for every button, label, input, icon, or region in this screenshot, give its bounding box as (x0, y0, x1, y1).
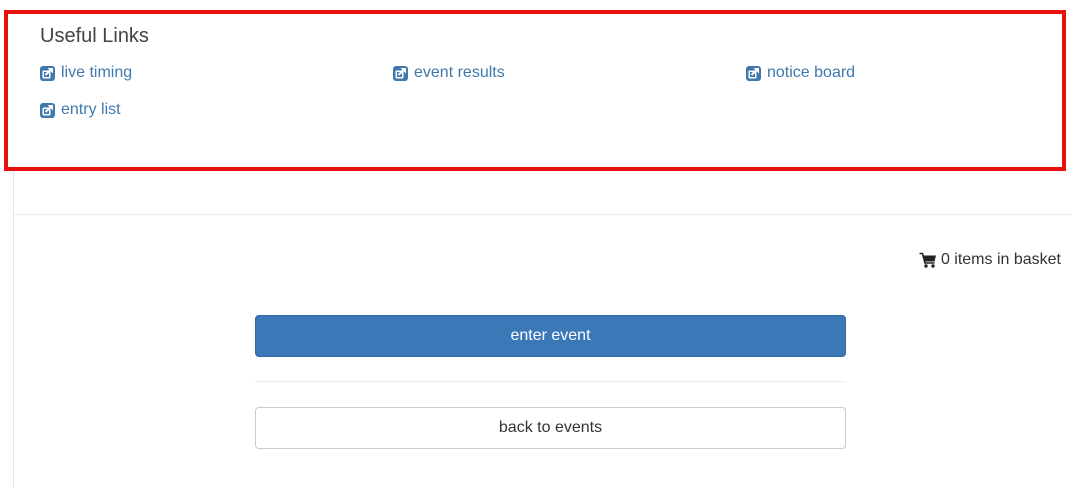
basket-summary[interactable]: 0 items in basket (919, 251, 1061, 269)
entry-list-label: entry list (61, 101, 121, 118)
notice-board-link[interactable]: notice board (745, 64, 855, 82)
useful-links-title: Useful Links (40, 25, 149, 47)
left-border (13, 170, 14, 488)
event-results-link[interactable]: event results (392, 64, 505, 82)
external-link-icon (392, 65, 409, 82)
enter-event-button[interactable]: enter event (255, 315, 846, 357)
event-results-label: event results (414, 64, 505, 81)
external-link-icon (745, 65, 762, 82)
entry-list-link[interactable]: entry list (39, 101, 121, 119)
button-divider (255, 381, 846, 382)
external-link-icon (39, 65, 56, 82)
notice-board-label: notice board (767, 64, 856, 81)
event-page: Useful Links live timing event results n… (0, 0, 1072, 488)
back-to-events-button[interactable]: back to events (255, 407, 846, 449)
highlight-box (4, 10, 1066, 171)
basket-label: 0 items in basket (940, 251, 1061, 268)
external-link-icon (39, 102, 56, 119)
section-divider (14, 214, 1072, 215)
live-timing-link[interactable]: live timing (39, 64, 132, 82)
shopping-cart-icon (919, 252, 937, 269)
live-timing-label: live timing (61, 64, 133, 81)
